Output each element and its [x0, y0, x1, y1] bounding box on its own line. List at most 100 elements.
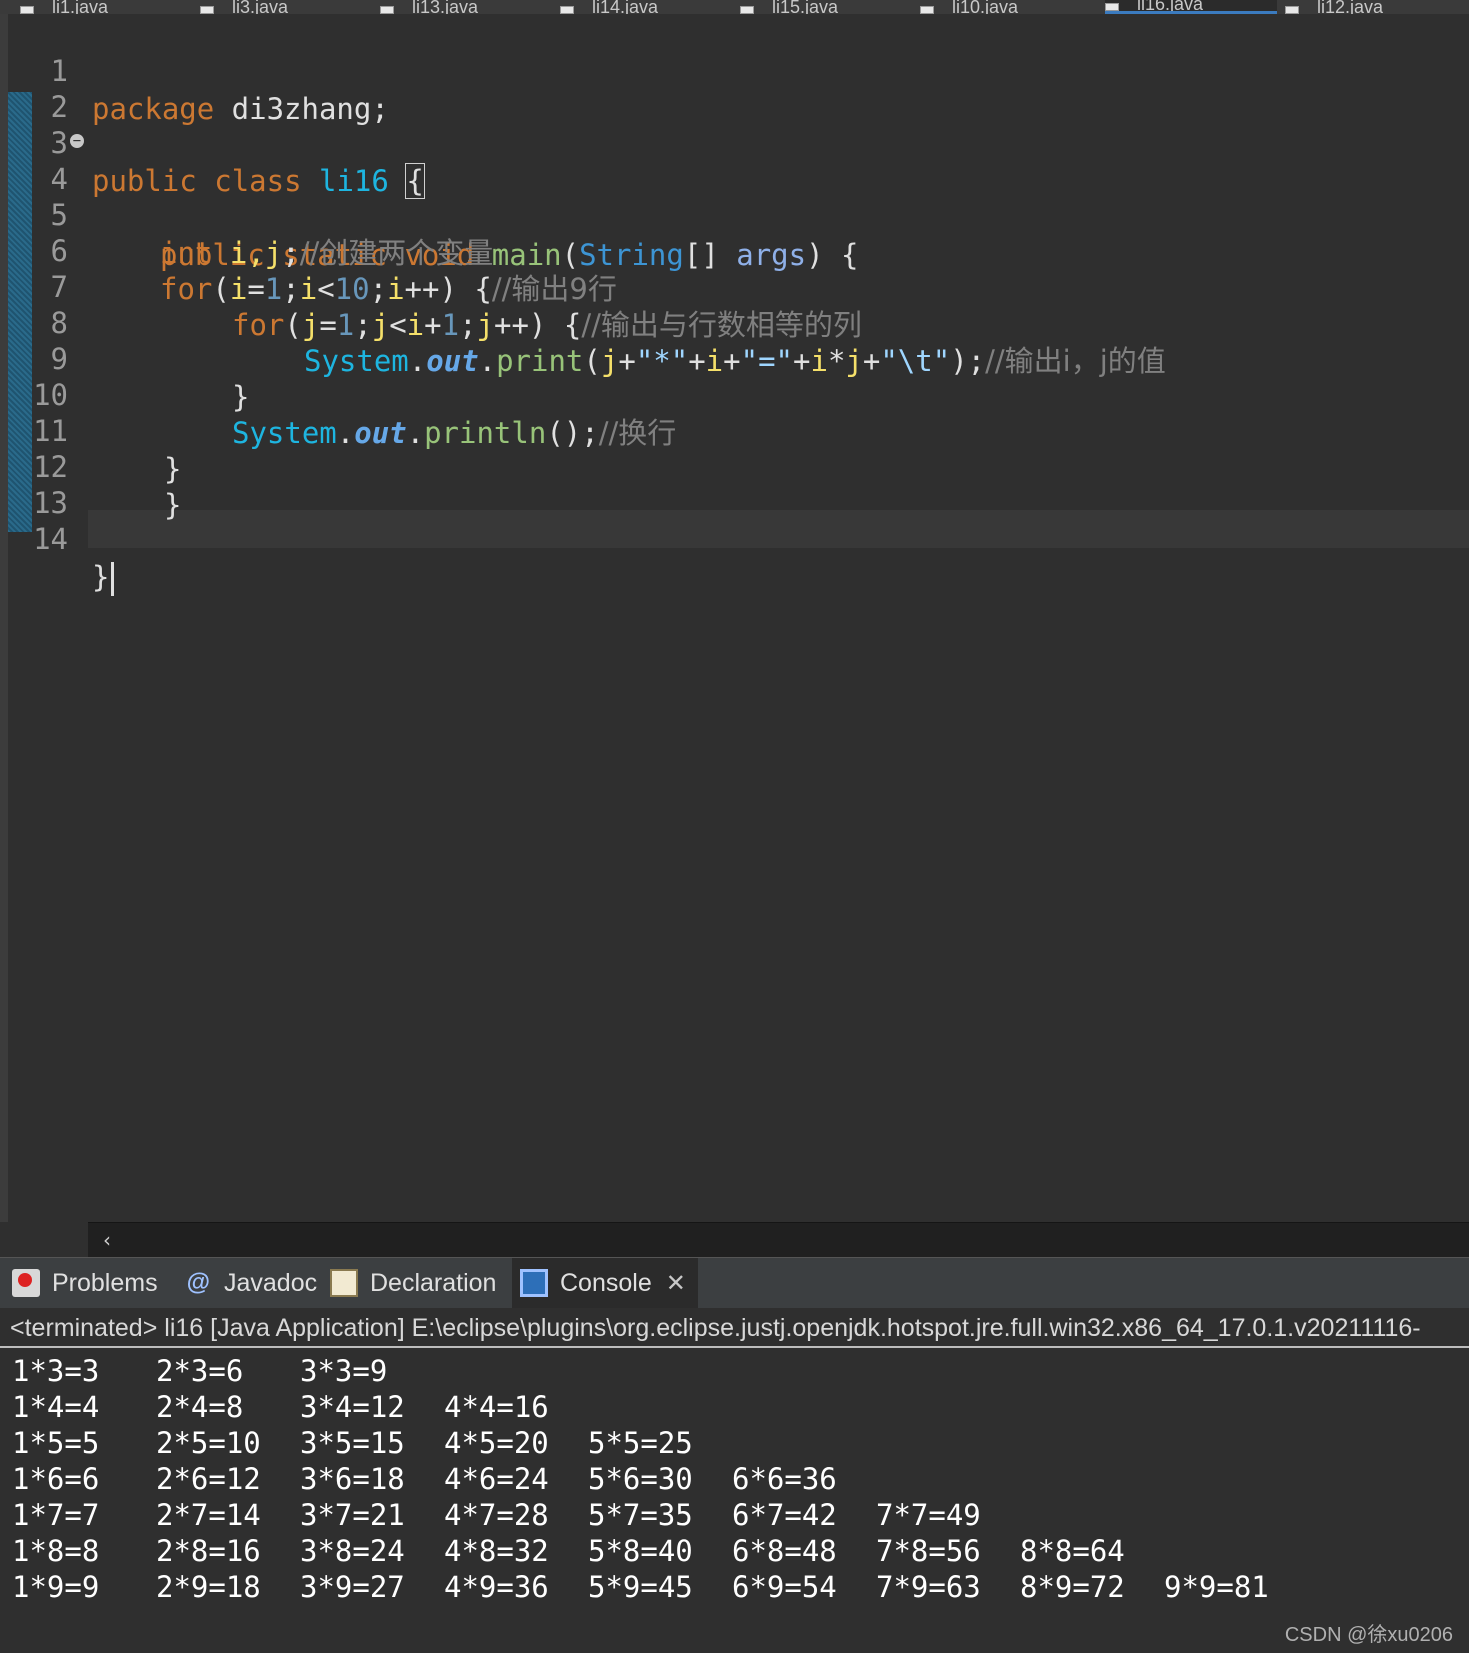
keyword-class: class — [214, 164, 302, 198]
code-line-6: 6 for(i=1;i<10;i++) {//输出9行 — [0, 194, 617, 306]
console-line: 1*3=3 2*3=6 3*3=9 — [12, 1352, 444, 1390]
editor-tab-label: li13.java — [412, 0, 479, 14]
java-file-icon — [200, 6, 214, 14]
code-line-7: 7 for(j=1;j<i+1;j++) {//输出与行数相等的列 — [0, 230, 862, 342]
tab-console[interactable]: Console ✕ — [512, 1258, 698, 1308]
console-line: 1*7=7 2*7=14 3*7=21 4*7=28 5*7=35 6*7=42 7*7=4… — [12, 1496, 1020, 1534]
console-cell: 1*9=9 — [12, 1570, 100, 1604]
javadoc-icon: @ — [186, 1269, 210, 1296]
keyword-int: int — [160, 236, 213, 270]
editor-tab-label: li10.java — [952, 0, 1019, 14]
editor-tab-2[interactable]: li3.java — [200, 0, 372, 14]
console-cell: 1*5=5 — [12, 1426, 100, 1460]
console-cell: 3*9=27 — [300, 1570, 405, 1604]
current-line-highlight — [88, 510, 1469, 548]
code-line-9: 9 } — [0, 302, 250, 414]
console-line: 1*5=5 2*5=10 3*5=15 4*5=20 5*5=25 — [12, 1424, 732, 1462]
console-cell: 4*4=16 — [444, 1390, 549, 1424]
console-cell: 5*7=35 — [588, 1498, 693, 1532]
console-cell: 2*3=6 — [156, 1354, 244, 1388]
console-line: 1*8=8 2*8=16 3*8=24 4*8=32 5*8=40 6*8=48 7*8=5… — [12, 1532, 1164, 1570]
views-panel: Problems @ Javadoc Declaration Console ✕… — [0, 1257, 1469, 1653]
console-cell: 4*7=28 — [444, 1498, 549, 1532]
view-tab-bar: Problems @ Javadoc Declaration Console ✕ — [0, 1257, 1469, 1308]
editor-tab-3[interactable]: li13.java — [380, 0, 552, 14]
tab-javadoc[interactable]: @ Javadoc — [176, 1258, 317, 1308]
console-cell: 6*9=54 — [732, 1570, 837, 1604]
editor-tab-label: li12.java — [1317, 0, 1384, 14]
console-cell: 2*4=8 — [156, 1390, 244, 1424]
console-cell: 3*3=9 — [300, 1354, 388, 1388]
watermark: CSDN @徐xu0206 — [1284, 1624, 1453, 1646]
console-cell: 6*8=48 — [732, 1534, 837, 1568]
code-line-4: 4 − public static void main(String[] arg… — [0, 122, 858, 272]
editor-tab-6[interactable]: li10.java — [920, 0, 1092, 14]
param-args: args — [736, 238, 807, 272]
code-line-2: 2 — [0, 50, 70, 124]
console-cell: 1*8=8 — [12, 1534, 100, 1568]
editor-tab-4[interactable]: li14.java — [560, 0, 732, 14]
tab-problems[interactable]: Problems — [4, 1258, 158, 1308]
text-cursor — [111, 562, 115, 596]
console-line: 1*6=6 2*6=12 3*6=18 4*6=24 5*6=30 6*6=36 — [12, 1460, 876, 1498]
variables-ij: i,j — [229, 236, 283, 270]
java-file-icon — [560, 6, 574, 14]
java-file-icon — [20, 6, 34, 14]
code-line-13: 13 — [0, 446, 70, 520]
class-system: System — [232, 416, 337, 450]
array-brackets: [] — [683, 238, 737, 272]
code-line-1: 1 package di3zhang; — [0, 14, 389, 126]
keyword-for: for — [232, 308, 285, 342]
console-cell: 4*8=32 — [444, 1534, 549, 1568]
editor-tab-8[interactable]: li12.java — [1285, 0, 1469, 14]
console-terminated-label: <terminated> li16 [Java Application] E:\… — [10, 1314, 1421, 1342]
tab-label: Console — [560, 1268, 652, 1297]
console-cell: 4*9=36 — [444, 1570, 549, 1604]
comment: //输出9行 — [491, 272, 617, 306]
console-cell: 7*7=49 — [876, 1498, 981, 1532]
method-println: println — [424, 416, 547, 450]
editor-tab-7[interactable]: li16.java — [1105, 0, 1277, 14]
comment: //输出与行数相等的列 — [581, 308, 862, 342]
horizontal-scrollbar[interactable]: ‹ — [88, 1222, 1469, 1257]
console-cell: 6*6=36 — [732, 1462, 837, 1496]
method-main: main — [491, 238, 562, 272]
keyword-package: package — [92, 92, 215, 126]
java-file-icon — [920, 6, 934, 14]
console-cell: 5*9=45 — [588, 1570, 693, 1604]
line-number: 14 — [33, 522, 68, 556]
console-cell: 3*5=15 — [300, 1426, 405, 1460]
code-editor[interactable]: 1 package di3zhang; 2 3 public class li1… — [0, 14, 1469, 1257]
field-out: out — [426, 344, 479, 378]
editor-tab-label: li1.java — [52, 0, 109, 14]
divider — [0, 1346, 1469, 1348]
class-name: li16 — [319, 164, 389, 198]
scroll-left-icon[interactable]: ‹ — [96, 1225, 118, 1255]
editor-tab-label: li3.java — [232, 0, 289, 14]
editor-tab-1[interactable]: li1.java — [20, 0, 192, 14]
code-line-8: 8 System.out.print(j+"*"+i+"="+i*j+"\t")… — [0, 266, 1166, 378]
editor-tab-label: li14.java — [592, 0, 659, 14]
method-print: print — [496, 344, 584, 378]
code-line-3: 3 public class li16 { — [0, 86, 425, 199]
console-line: 1*4=4 2*4=8 3*4=12 4*4=16 — [12, 1388, 588, 1426]
console-cell: 4*5=20 — [444, 1426, 549, 1460]
console-cell: 3*7=21 — [300, 1498, 405, 1532]
console-line: 1*9=9 2*9=18 3*9=27 4*9=36 5*9=45 6*9=54 7*9=6… — [12, 1568, 1308, 1606]
java-file-icon — [740, 6, 754, 14]
field-out: out — [354, 416, 407, 450]
console-cell: 2*9=18 — [156, 1570, 261, 1604]
tab-declaration[interactable]: Declaration — [322, 1258, 496, 1308]
console-cell: 8*9=72 — [1020, 1570, 1125, 1604]
console-cell: 1*3=3 — [12, 1354, 100, 1388]
close-brace: } — [232, 380, 250, 414]
fold-collapse-icon[interactable]: − — [70, 134, 84, 148]
console-cell: 3*4=12 — [300, 1390, 405, 1424]
editor-tab-strip: li1.java li3.java li13.java li14.java li15.j… — [0, 0, 1469, 14]
comment: //输出i，j的值 — [985, 344, 1166, 378]
editor-tab-5[interactable]: li15.java — [740, 0, 912, 14]
console-cell: 9*9=81 — [1164, 1570, 1269, 1604]
tab-label: Problems — [52, 1268, 158, 1297]
class-system: System — [304, 344, 409, 378]
close-icon[interactable]: ✕ — [666, 1269, 686, 1297]
